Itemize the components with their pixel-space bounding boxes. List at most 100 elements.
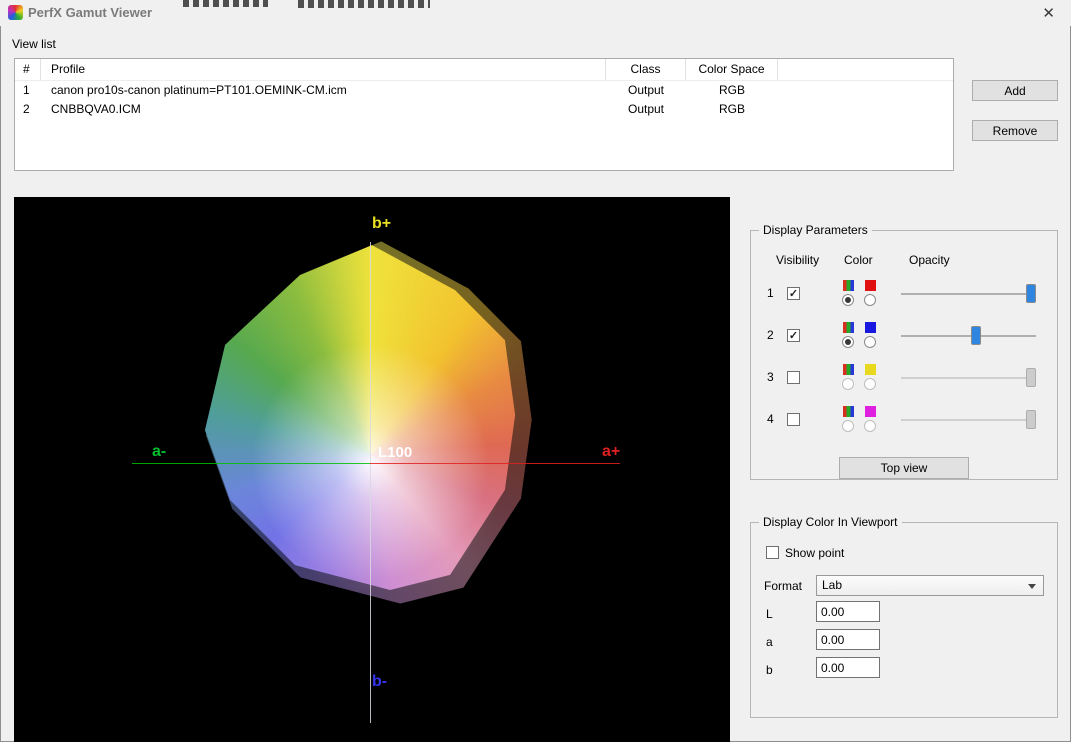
b-field-label: b <box>766 663 773 677</box>
a-plus-label: a+ <box>602 443 620 461</box>
visibility-checkbox[interactable] <box>787 371 800 384</box>
rgb-stripes-icon <box>843 364 854 375</box>
row-number: 4 <box>767 412 774 426</box>
gamut-color-option[interactable] <box>841 322 855 348</box>
l-field-label: L <box>766 607 773 621</box>
titlebar: PerfX Gamut Viewer ✕ <box>0 0 1071 26</box>
chevron-down-icon <box>1028 584 1036 589</box>
slider-track <box>901 377 1036 379</box>
row-class: Output <box>606 100 686 119</box>
parameter-row-4: 4 <box>751 399 1057 441</box>
parameter-rows: 1 ✓ 2 ✓ <box>751 273 1057 441</box>
b-minus-label: b- <box>372 673 387 691</box>
solid-color-icon <box>865 280 876 291</box>
row-num: 2 <box>15 100 41 119</box>
gamut-viewport[interactable]: b+ b- a- a+ L100 <box>14 197 730 742</box>
format-select[interactable]: Lab <box>816 575 1044 596</box>
rgb-stripes-icon <box>843 280 854 291</box>
visibility-checkbox[interactable] <box>787 413 800 426</box>
b-axis-line <box>370 242 371 723</box>
column-header-class[interactable]: Class <box>606 59 686 80</box>
a-input[interactable] <box>816 629 880 650</box>
row-profile: canon pro10s-canon platinum=PT101.OEMINK… <box>41 81 606 100</box>
slider-track <box>901 419 1036 421</box>
l100-label: L100 <box>378 444 412 461</box>
solid-color-radio[interactable] <box>864 336 876 348</box>
b-plus-label: b+ <box>372 215 391 233</box>
solid-color-option[interactable] <box>863 364 877 390</box>
solid-color-icon <box>865 406 876 417</box>
display-parameters-group: Display Parameters Visibility Color Opac… <box>750 230 1058 480</box>
window-title: PerfX Gamut Viewer <box>28 5 152 20</box>
display-color-group: Display Color In Viewport Show point For… <box>750 522 1058 718</box>
visibility-checkbox[interactable]: ✓ <box>787 287 800 300</box>
background-window-fragment <box>298 0 430 8</box>
slider-track <box>901 293 1036 295</box>
row-number: 3 <box>767 370 774 384</box>
column-header-profile[interactable]: Profile <box>41 59 606 80</box>
table-header: # Profile Class Color Space <box>15 59 953 81</box>
slider-thumb[interactable] <box>1026 410 1036 429</box>
slider-thumb[interactable] <box>1026 368 1036 387</box>
opacity-slider[interactable] <box>901 326 1036 346</box>
table-row[interactable]: 1 canon pro10s-canon platinum=PT101.OEMI… <box>15 81 953 100</box>
gamut-color-option[interactable] <box>841 364 855 390</box>
slider-thumb[interactable] <box>971 326 981 345</box>
row-class: Output <box>606 81 686 100</box>
show-point-label: Show point <box>785 546 844 560</box>
a-plus-axis-line <box>370 463 620 464</box>
gamut-color-radio[interactable] <box>842 420 854 432</box>
gamut-color-option[interactable] <box>841 406 855 432</box>
gamut-color-option[interactable] <box>841 280 855 306</box>
perfx-gamut-viewer-window: PerfX Gamut Viewer ✕ View list # Profile… <box>0 0 1071 742</box>
solid-color-icon <box>865 364 876 375</box>
add-button[interactable]: Add <box>972 80 1058 101</box>
visibility-checkbox[interactable]: ✓ <box>787 329 800 342</box>
gamut-color-radio[interactable] <box>842 294 854 306</box>
top-view-button[interactable]: Top view <box>839 457 969 479</box>
solid-color-radio[interactable] <box>864 378 876 390</box>
row-number: 2 <box>767 328 774 342</box>
parameter-row-3: 3 <box>751 357 1057 399</box>
rgb-stripes-icon <box>843 406 854 417</box>
solid-color-radio[interactable] <box>864 294 876 306</box>
slider-thumb[interactable] <box>1026 284 1036 303</box>
solid-color-option[interactable] <box>863 322 877 348</box>
opacity-slider[interactable] <box>901 410 1036 430</box>
l-input[interactable] <box>816 601 880 622</box>
remove-button[interactable]: Remove <box>972 120 1058 141</box>
view-list-label: View list <box>12 37 56 51</box>
solid-color-option[interactable] <box>863 406 877 432</box>
parameter-row-2: 2 ✓ <box>751 315 1057 357</box>
a-field-label: a <box>766 635 773 649</box>
table-row[interactable]: 2 CNBBQVA0.ICM Output RGB <box>15 100 953 119</box>
display-parameters-title: Display Parameters <box>759 223 872 237</box>
opacity-slider[interactable] <box>901 368 1036 388</box>
show-point-checkbox[interactable] <box>766 546 779 559</box>
background-window-fragment <box>183 0 268 7</box>
row-colorspace: RGB <box>686 81 778 100</box>
profile-table: # Profile Class Color Space 1 canon pro1… <box>14 58 954 171</box>
row-number: 1 <box>767 286 774 300</box>
format-label: Format <box>764 579 802 593</box>
column-header-num[interactable]: # <box>15 59 41 80</box>
parameter-row-1: 1 ✓ <box>751 273 1057 315</box>
row-profile: CNBBQVA0.ICM <box>41 100 606 119</box>
opacity-column-label: Opacity <box>909 253 950 267</box>
close-button[interactable]: ✕ <box>1038 3 1059 23</box>
b-input[interactable] <box>816 657 880 678</box>
display-color-title: Display Color In Viewport <box>759 515 902 529</box>
app-icon <box>8 5 23 20</box>
gamut-color-radio[interactable] <box>842 378 854 390</box>
row-num: 1 <box>15 81 41 100</box>
format-value: Lab <box>822 578 842 592</box>
gamut-color-radio[interactable] <box>842 336 854 348</box>
solid-color-option[interactable] <box>863 280 877 306</box>
visibility-column-label: Visibility <box>776 253 819 267</box>
rgb-stripes-icon <box>843 322 854 333</box>
row-colorspace: RGB <box>686 100 778 119</box>
opacity-slider[interactable] <box>901 284 1036 304</box>
solid-color-radio[interactable] <box>864 420 876 432</box>
slider-track <box>901 335 1036 337</box>
column-header-colorspace[interactable]: Color Space <box>686 59 778 80</box>
